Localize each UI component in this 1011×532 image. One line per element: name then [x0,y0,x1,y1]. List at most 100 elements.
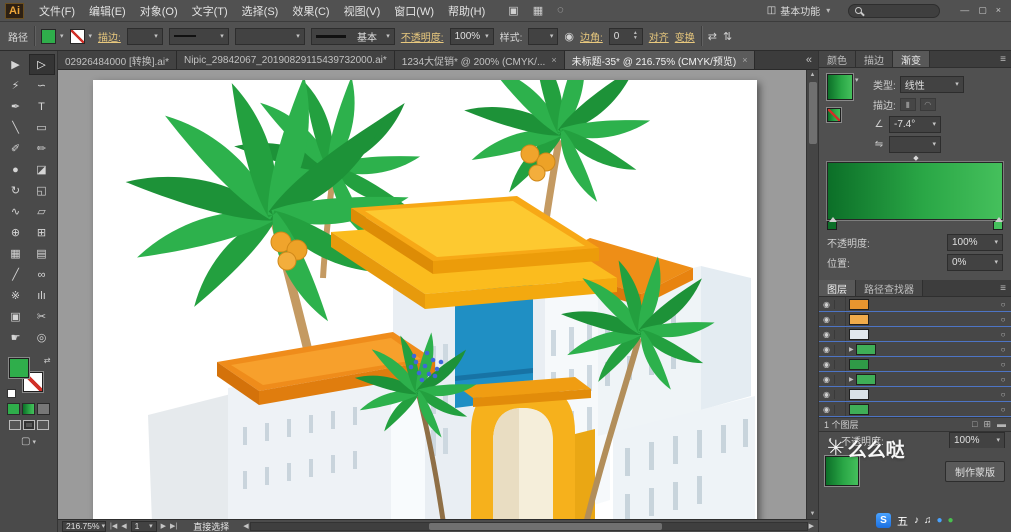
stroke-gradient-within-icon[interactable]: ▮ [899,97,916,111]
transparency-opacity-field[interactable]: 100% ▾ [949,431,1005,449]
expand-arrow-icon[interactable]: ▶ [849,376,854,383]
type-tool[interactable]: T [29,96,55,117]
close-button[interactable]: × [996,5,1001,16]
layer-row-4[interactable]: ◉ ○ [819,357,1011,372]
visibility-toggle-icon[interactable]: ◉ [819,314,835,324]
opacity-panel-link[interactable]: 不透明度: [401,29,444,44]
expand-arrow-icon[interactable]: ▶ [849,346,854,353]
align-panel-link[interactable]: 对齐 [649,29,669,44]
app-logo[interactable]: Ai [5,2,24,19]
stroke-style-dropdown[interactable]: 基本 ▾ [310,27,395,45]
tab-close-icon[interactable]: × [551,55,556,65]
new-layer-icon[interactable]: ⊞ [983,419,991,430]
eyedropper-tool[interactable]: ╱ [3,264,29,285]
visibility-toggle-icon[interactable]: ◉ [819,344,835,354]
visibility-toggle-icon[interactable]: ◉ [819,359,835,369]
default-fill-stroke-icon[interactable] [6,389,16,398]
color-button[interactable] [7,403,20,415]
target-circle-icon[interactable]: ○ [995,300,1011,309]
layer-row-2[interactable]: ◉ ○ [819,327,1011,342]
lasso-tool[interactable]: ∽ [29,75,55,96]
draw-behind-button[interactable] [22,420,35,430]
stroke-color-swatch[interactable]: ▾ [69,28,92,44]
artboard-number-field[interactable]: 1 ▾ [130,520,157,532]
slice-tool[interactable]: ✂ [29,306,55,327]
paintbrush-tool[interactable]: ✐ [3,138,29,159]
ime-icon-3[interactable]: ● [948,515,954,526]
draw-normal-button[interactable] [8,420,21,430]
layer-row-1[interactable]: ◉ ○ [819,312,1011,327]
menu-item-6[interactable]: 视图(V) [337,3,388,19]
menu-item-4[interactable]: 选择(S) [235,3,286,19]
lock-cell[interactable] [835,357,846,371]
target-circle-icon[interactable]: ○ [995,315,1011,324]
make-clipping-mask-icon[interactable]: □ [972,419,977,430]
lock-cell[interactable] [835,372,846,386]
visibility-toggle-icon[interactable]: ◉ [819,329,835,339]
document-layout-icon[interactable]: ▦ [533,4,543,17]
lock-cell[interactable] [835,327,846,341]
aspect-ratio-field[interactable]: ▾ [889,135,941,153]
dock-collapse-icon[interactable]: « [800,51,818,69]
rectangle-tool[interactable]: ▭ [29,117,55,138]
gradient-tool[interactable]: ▤ [29,243,55,264]
last-artboard-icon[interactable]: ▶| [170,522,177,530]
free-transform-tool[interactable]: ▱ [29,201,55,222]
cs-live-icon[interactable]: ◌ [557,4,564,17]
visibility-toggle-icon[interactable]: ◉ [819,374,835,384]
visibility-toggle-icon[interactable]: ◉ [819,389,835,399]
chevron-down-icon[interactable]: ▾ [855,77,859,84]
lock-cell[interactable] [835,402,846,416]
tab-gradient[interactable]: 渐变 [893,51,930,67]
ime-logo[interactable]: S [876,513,891,528]
fill-color-swatch[interactable]: ▾ [41,28,64,44]
vertical-scrollbar[interactable]: ▲ ▼ [806,70,818,519]
gradient-type-dropdown[interactable]: 线性 ▾ [899,75,964,93]
gradient-opacity-field[interactable]: 100% ▾ [947,233,1003,251]
gradient-swatch[interactable] [827,74,853,100]
style-dropdown[interactable]: ▾ [528,27,559,45]
target-circle-icon[interactable]: ○ [995,405,1011,414]
artboard[interactable] [93,80,757,519]
search-input[interactable] [848,3,941,18]
width-tool[interactable]: ∿ [3,201,29,222]
rotate-tool[interactable]: ↻ [3,180,29,201]
gradient-slider[interactable]: ◆ [827,155,1003,230]
blob-brush-tool[interactable]: ● [3,159,29,180]
shape-builder-tool[interactable]: ⊕ [3,222,29,243]
target-circle-icon[interactable]: ○ [995,360,1011,369]
panel-menu-icon[interactable]: ≡ [995,51,1011,67]
align-objects-icon[interactable]: ⇄ [708,30,717,43]
tab-close-icon[interactable]: × [742,55,747,65]
minimize-button[interactable]: — [960,5,969,16]
pencil-tool[interactable]: ✏ [29,138,55,159]
menu-item-2[interactable]: 对象(O) [133,3,185,19]
recolor-artwork-icon[interactable]: ◉ [564,30,574,43]
lock-cell[interactable] [835,297,846,311]
restore-button[interactable]: ▢ [978,5,987,16]
panel-menu-icon[interactable]: ≡ [995,280,1011,296]
gradient-stop-start[interactable] [827,217,837,230]
menu-item-8[interactable]: 帮助(H) [441,3,492,19]
ime-icon-2[interactable]: ● [937,515,943,526]
scale-tool[interactable]: ◱ [29,180,55,201]
magic-wand-tool[interactable]: ⚡ [3,75,29,96]
gradient-button[interactable] [22,403,35,415]
hand-tool[interactable]: ☛ [3,327,29,348]
layer-row-3[interactable]: ◉ ▶ ○ [819,342,1011,357]
layer-row-6[interactable]: ◉ ○ [819,387,1011,402]
gradient-midpoint-marker[interactable]: ◆ [913,154,918,162]
none-button[interactable] [37,403,50,415]
target-circle-icon[interactable]: ○ [995,345,1011,354]
horizontal-scrollbar[interactable]: ◀ ▶ [243,521,814,531]
menu-item-3[interactable]: 文字(T) [185,3,235,19]
screen-mode-button[interactable]: ▢ ▾ [21,436,36,447]
target-circle-icon[interactable]: ○ [995,375,1011,384]
target-circle-icon[interactable]: ○ [995,390,1011,399]
visibility-toggle-icon[interactable]: ◉ [819,299,835,309]
make-mask-button[interactable]: 制作蒙版 [945,460,1005,482]
document-tab-0[interactable]: 02926484000 [转换].ai* [58,51,177,69]
arrange-documents-icon[interactable]: ▣ [508,4,518,17]
canvas-pasteboard[interactable]: ▲ ▼ [58,70,818,519]
document-tab-3[interactable]: 未标题-35* @ 216.75% (CMYK/预览) × [564,51,756,69]
